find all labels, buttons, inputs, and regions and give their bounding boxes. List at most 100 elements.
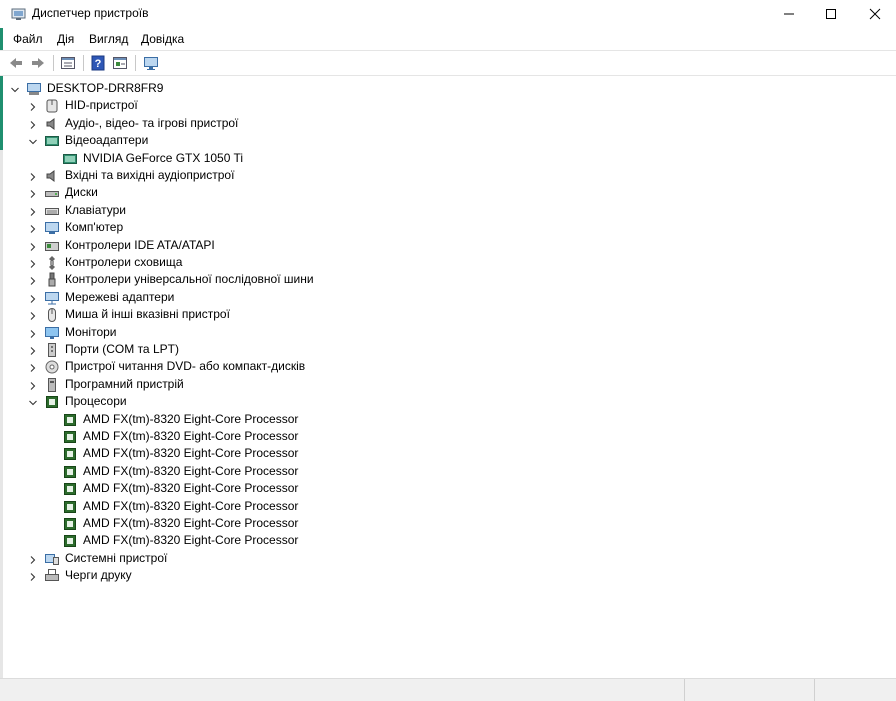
maximize-button[interactable] [808, 0, 854, 28]
chevron-down-icon[interactable] [28, 136, 38, 146]
tree-item-label: AMD FX(tm)-8320 Eight-Core Processor [83, 446, 299, 461]
tree-device[interactable]: AMD FX(tm)-8320 Eight-Core Processor [0, 498, 896, 515]
tree-device[interactable]: NVIDIA GeForce GTX 1050 Ti [0, 150, 896, 167]
status-bar [0, 678, 896, 701]
help-icon[interactable]: ? [89, 54, 107, 72]
toolbar-separator [83, 55, 84, 71]
tree-category[interactable]: Вхідні та вихідні аудіопристрої [0, 167, 896, 184]
chevron-down-icon[interactable] [10, 84, 20, 94]
display-adapter-icon [62, 151, 78, 167]
processor-icon [62, 464, 78, 480]
forward-icon[interactable] [29, 54, 47, 72]
tree-item-label: Програмний пристрій [65, 376, 184, 391]
tree-item-label: DESKTOP-DRR8FR9 [47, 81, 164, 95]
properties-icon[interactable] [59, 54, 77, 72]
device-manager-icon [11, 6, 26, 21]
chevron-down-icon[interactable] [28, 397, 38, 407]
tree-item-label: Мережеві адаптери [65, 289, 175, 304]
menu-action[interactable]: Дія [57, 32, 74, 46]
menu-file[interactable]: Файл [13, 32, 43, 46]
chevron-right-icon[interactable] [28, 293, 38, 303]
toolbar: ? [0, 50, 896, 76]
window-title: Диспетчер пристроїв [32, 6, 149, 20]
tree-category[interactable]: Контролери сховища [0, 254, 896, 271]
menu-help[interactable]: Довідка [141, 32, 184, 46]
tree-device[interactable]: AMD FX(tm)-8320 Eight-Core Processor [0, 515, 896, 532]
tree-device[interactable]: AMD FX(tm)-8320 Eight-Core Processor [0, 411, 896, 428]
tree-item-label: Клавіатури [65, 202, 126, 217]
toolbar-separator [53, 55, 54, 71]
tree-category[interactable]: Диски [0, 184, 896, 201]
chevron-right-icon[interactable] [28, 188, 38, 199]
status-divider [684, 679, 685, 701]
tree-device[interactable]: AMD FX(tm)-8320 Eight-Core Processor [0, 445, 896, 462]
tree-device[interactable]: AMD FX(tm)-8320 Eight-Core Processor [0, 463, 896, 480]
tree-item-label: Диски [65, 185, 98, 200]
tree-item-label: AMD FX(tm)-8320 Eight-Core Processor [83, 516, 299, 530]
chevron-right-icon[interactable] [28, 223, 38, 234]
monitor-icon [44, 325, 60, 341]
tree-item-label: HID-пристрої [65, 98, 138, 113]
tree-category[interactable]: Черги друку [0, 567, 896, 584]
chevron-right-icon[interactable] [28, 328, 38, 338]
tree-category[interactable]: Відеоадаптери [0, 132, 896, 149]
chevron-right-icon[interactable] [28, 275, 38, 286]
chevron-right-icon[interactable] [28, 101, 38, 112]
chevron-right-icon[interactable] [28, 345, 38, 355]
chevron-right-icon[interactable] [28, 241, 38, 251]
minimize-button[interactable] [766, 0, 812, 28]
tree-device[interactable]: AMD FX(tm)-8320 Eight-Core Processor [0, 428, 896, 445]
chevron-right-icon[interactable] [28, 171, 38, 181]
tree-category[interactable]: Монітори [0, 324, 896, 341]
chevron-right-icon[interactable] [28, 119, 38, 129]
chevron-right-icon[interactable] [28, 380, 38, 390]
tree-category[interactable]: Контролери IDE ATA/ATAPI [0, 237, 896, 254]
monitor-icon[interactable] [142, 54, 160, 72]
tree-item-label: Монітори [65, 324, 117, 339]
processor-icon [62, 446, 78, 462]
processor-icon [62, 533, 78, 549]
chevron-right-icon[interactable] [28, 554, 38, 564]
toolbar-separator [135, 55, 136, 71]
tree-category[interactable]: Комп'ютер [0, 219, 896, 236]
tree-item-label: AMD FX(tm)-8320 Eight-Core Processor [83, 481, 299, 496]
tree-category[interactable]: Пристрої читання DVD- або компакт-дисків [0, 358, 896, 375]
chevron-right-icon[interactable] [28, 258, 38, 268]
tree-item-label: NVIDIA GeForce GTX 1050 Ti [83, 150, 244, 165]
tree-item-label: AMD FX(tm)-8320 Eight-Core Processor [83, 429, 299, 443]
tree-item-label: Черги друку [65, 568, 132, 583]
tree-item-label: AMD FX(tm)-8320 Eight-Core Processor [83, 498, 299, 513]
tree-category[interactable]: Порти (COM та LPT) [0, 341, 896, 358]
mouse-icon [44, 307, 60, 323]
ide-controller-icon [44, 238, 60, 254]
tree-category[interactable]: Програмний пристрій [0, 376, 896, 393]
tree-category[interactable]: Контролери універсальної послідовної шин… [0, 271, 896, 288]
processor-icon [62, 412, 78, 428]
processor-icon [44, 394, 60, 410]
tree-device[interactable]: AMD FX(tm)-8320 Eight-Core Processor [0, 480, 896, 497]
root-computer-icon [26, 81, 42, 97]
tree-category[interactable]: Миша й інші вказівні пристрої [0, 306, 896, 323]
chevron-right-icon[interactable] [28, 310, 38, 321]
tree-item-label: AMD FX(tm)-8320 Eight-Core Processor [83, 463, 299, 478]
tree-item-label: Процесори [65, 394, 127, 409]
keyboard-icon [44, 203, 60, 219]
tree-category[interactable]: Клавіатури [0, 202, 896, 219]
tree-category[interactable]: Аудіо-, відео- та ігрові пристрої [0, 115, 896, 132]
chevron-right-icon[interactable] [28, 206, 38, 216]
tree-item-label: Аудіо-, відео- та ігрові пристрої [65, 115, 239, 130]
tree-category[interactable]: Мережеві адаптери [0, 289, 896, 306]
tree-category[interactable]: Системні пристрої [0, 550, 896, 567]
tree-category[interactable]: HID-пристрої [0, 97, 896, 114]
update-driver-icon[interactable] [111, 54, 129, 72]
tree-device[interactable]: AMD FX(tm)-8320 Eight-Core Processor [0, 532, 896, 549]
menu-view[interactable]: Вигляд [89, 32, 128, 46]
tree-category[interactable]: Процесори [0, 393, 896, 410]
close-button[interactable] [852, 0, 896, 28]
chevron-right-icon[interactable] [28, 571, 38, 582]
chevron-right-icon[interactable] [28, 362, 38, 373]
tree-item-label: Миша й інші вказівні пристрої [65, 307, 230, 322]
back-icon[interactable] [7, 54, 25, 72]
tree-root[interactable]: DESKTOP-DRR8FR9 [0, 80, 896, 97]
status-divider [814, 679, 815, 701]
